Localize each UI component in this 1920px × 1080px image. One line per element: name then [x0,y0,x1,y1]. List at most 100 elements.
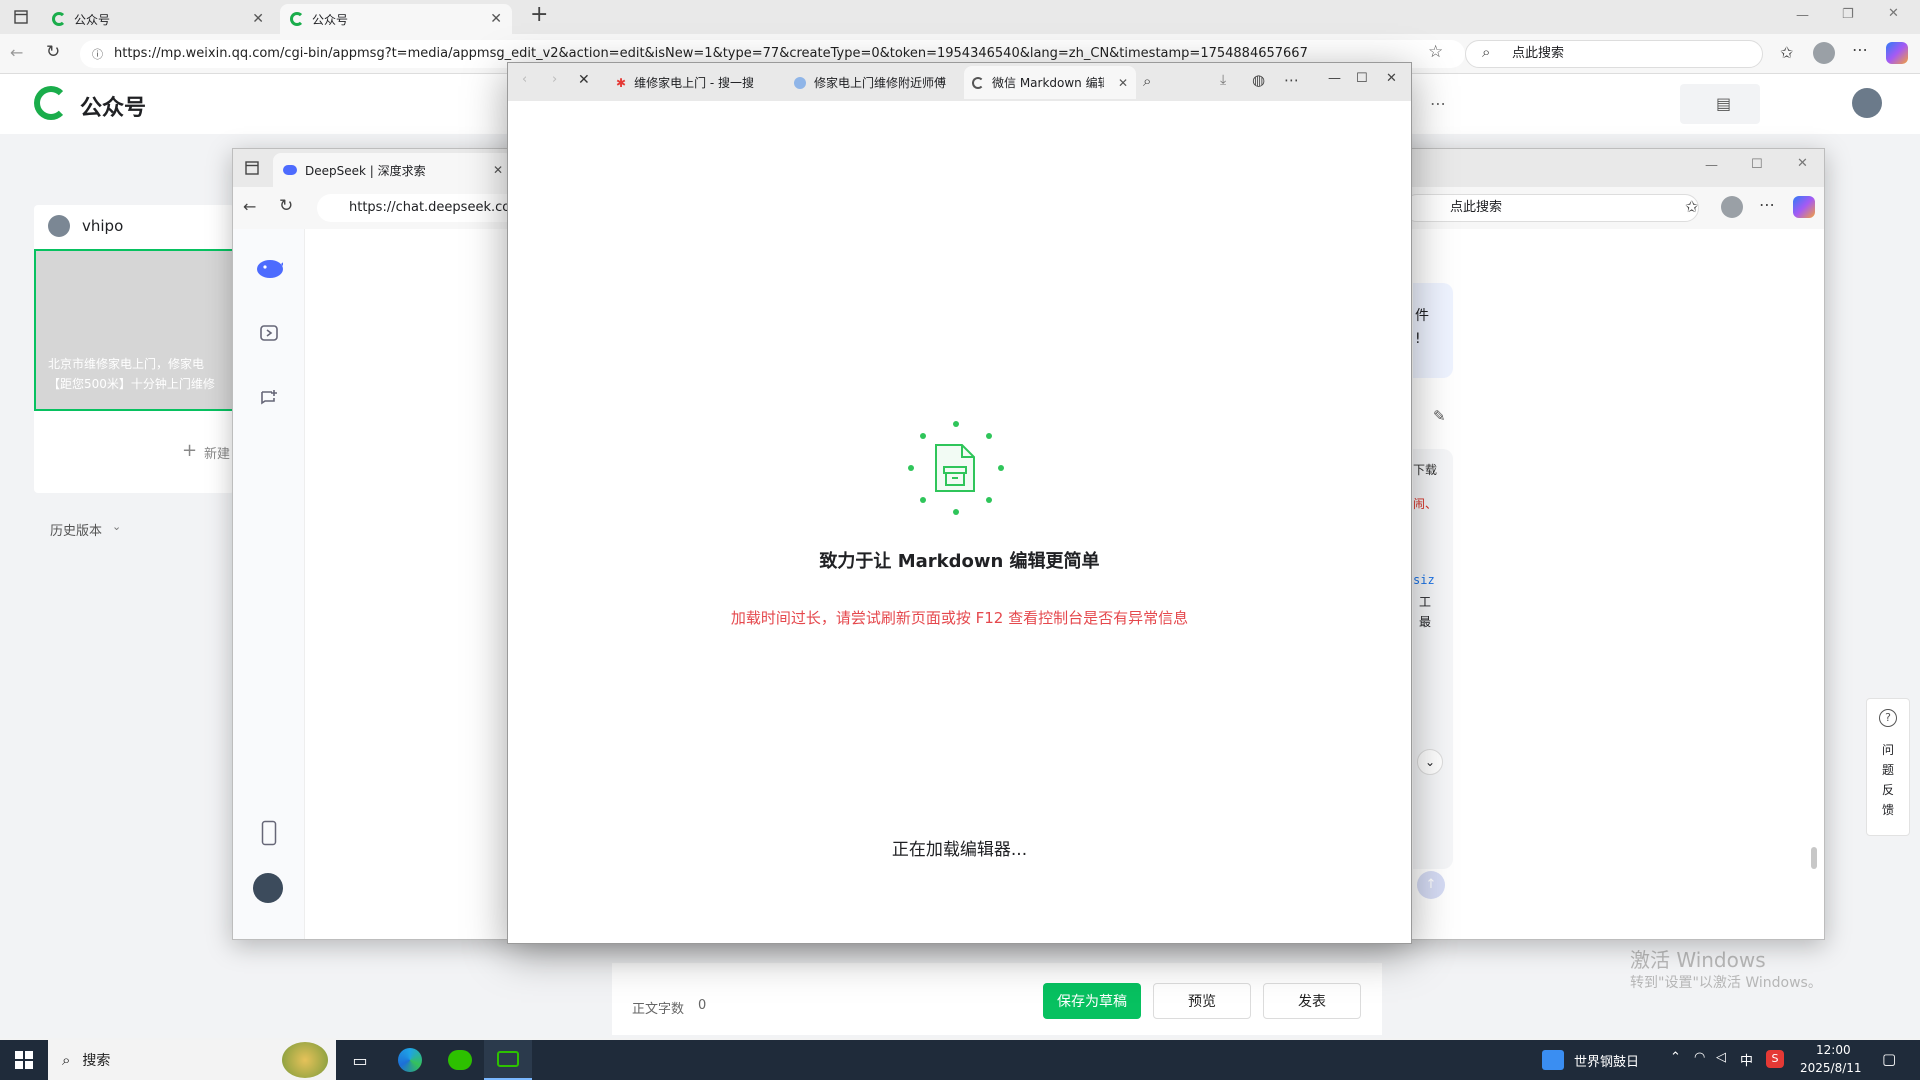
wechat-mp-icon [290,12,304,26]
profile-avatar[interactable] [1721,196,1743,218]
code-header-label[interactable]: 下载 [1413,461,1437,478]
error-message: 加载时间过长，请尝试刷新页面或按 F12 查看控制台是否有异常信息 [730,609,1189,627]
tab-actions-icon[interactable] [245,161,259,179]
refresh-icon[interactable]: ↻ [46,42,60,62]
plus-icon[interactable]: + [182,440,197,461]
article-title-line2: 【距您500米】十分钟上门维修 [48,377,215,391]
tab-gongzhonghao-2[interactable]: 公众号 ✕ [280,4,512,34]
sogou-favicon-icon: ✱ [616,75,627,90]
more-icon[interactable]: ⋯ [1430,94,1446,113]
user-avatar[interactable] [1852,88,1882,118]
loading-spinner-icon [972,76,984,89]
scrollbar-thumb[interactable] [1811,847,1817,869]
tab-gongzhonghao-1[interactable]: 公众号 ✕ [42,4,274,34]
weather-widget-label[interactable]: 世界钢鼓日 [1574,1051,1639,1070]
new-tab-button[interactable]: + [530,2,548,27]
maximize-button[interactable]: ☐ [1751,157,1763,172]
more-menu-icon[interactable]: ⋯ [1759,195,1775,214]
feedback-char: 馈 [1882,803,1895,817]
back-arrow-icon[interactable]: ← [243,197,256,216]
notification-icon[interactable]: ▢ [1882,1050,1896,1068]
send-icon[interactable]: ↑ [1417,871,1445,899]
close-window-button[interactable]: ✕ [1386,71,1397,86]
maximize-button[interactable]: ☐ [1356,71,1368,86]
favorite-star-icon[interactable]: ☆ [1428,42,1443,62]
code-snippet: siz [1413,573,1435,587]
clock-time[interactable]: 12:00 [1816,1043,1851,1057]
ime-indicator[interactable]: 中 [1740,1050,1753,1069]
save-draft-button[interactable]: 保存为草稿 [1043,983,1141,1019]
tab-actions-icon[interactable] [12,8,30,26]
feedback-widget[interactable]: ? 问 题 反 馈 [1866,698,1910,836]
preview-button[interactable]: 预览 [1153,983,1251,1019]
edge-icon[interactable] [386,1040,434,1080]
minimize-button[interactable]: — [1796,8,1809,23]
search-icon: ⌕ [1482,43,1491,61]
close-window-button[interactable]: ✕ [1797,156,1808,171]
volume-icon[interactable]: ◁ [1716,1050,1726,1065]
wifi-icon[interactable]: ◠ [1694,1050,1705,1065]
clock-date[interactable]: 2025/8/11 [1800,1061,1862,1075]
sogou-ime-icon[interactable]: S [1766,1050,1784,1068]
loading-dot [953,421,959,427]
article-cover[interactable]: 北京市维修家电上门，修家电 【距您500米】十分钟上门维修 [34,249,234,411]
close-window-button[interactable]: ✕ [1888,6,1899,21]
deepseek-logo-icon[interactable] [255,253,283,281]
feedback-char: 反 [1882,783,1895,797]
download-icon[interactable]: ⤓ [1220,72,1226,88]
task-view-icon[interactable]: ▭ [336,1040,384,1080]
tab-markdown-editor[interactable]: 微信 Markdown 编辑器 ✕ [964,66,1136,99]
search-icon[interactable]: ⌕ [1143,72,1151,90]
forward-arrow-icon[interactable]: › [552,72,557,87]
copilot-icon[interactable] [1793,196,1815,218]
favorites-icon[interactable]: ✩ [1685,197,1698,216]
close-icon[interactable]: ✕ [490,11,502,27]
stop-loading-icon[interactable]: ✕ [578,72,590,88]
search-box[interactable]: 点此搜索 [1465,40,1763,68]
word-count-label: 正文字数 [632,1002,685,1017]
search-box[interactable]: 点此搜索 [1403,194,1699,222]
new-chat-icon[interactable] [255,385,283,413]
loading-dot [908,465,914,471]
profile-avatar[interactable] [1813,42,1835,64]
tray-chevron-icon[interactable]: ⌃ [1670,1050,1681,1065]
active-app-icon[interactable] [484,1040,532,1080]
copilot-icon[interactable] [1886,42,1908,64]
document-icon[interactable]: ▤ [1716,94,1731,113]
minimize-button[interactable]: — [1705,158,1718,173]
weather-widget-icon [1542,1050,1564,1070]
mobile-app-icon[interactable] [255,819,283,847]
publish-button[interactable]: 发表 [1263,983,1361,1019]
mp-logo-icon [34,86,68,120]
close-icon[interactable]: ✕ [252,11,264,27]
back-arrow-icon[interactable]: ‹ [522,72,527,87]
code-snippet: 闹、 [1413,497,1438,511]
minimize-button[interactable]: — [1328,71,1341,86]
windows-start-icon[interactable] [0,1040,48,1080]
edit-pencil-icon[interactable]: ✎ [1433,407,1446,425]
tab-deepseek[interactable]: DeepSeek | 深度求索 ✕ [273,153,513,187]
taskbar-search[interactable]: ⌕ 搜索 [48,1040,336,1080]
new-article-label[interactable]: 新建 [204,443,230,462]
sidebar-toggle-icon[interactable] [255,319,283,347]
more-menu-icon[interactable]: ⋯ [1284,71,1299,89]
history-version-link[interactable]: 历史版本 [50,520,102,539]
more-menu-icon[interactable]: ⋯ [1852,40,1868,59]
restore-button[interactable]: ❐ [1842,7,1854,22]
favorites-icon[interactable]: ✩ [1780,43,1793,62]
site-favicon-icon [794,76,806,89]
scroll-down-icon[interactable]: ⌄ [1417,749,1443,775]
close-icon[interactable]: ✕ [1118,76,1128,90]
tab-label: 微信 Markdown 编辑器 [992,76,1104,90]
wechat-icon[interactable] [436,1040,484,1080]
back-arrow-icon[interactable]: ← [10,43,23,62]
code-snippet: 工 [1419,595,1432,609]
tab-label: 修家电上门维修附近师傅 [814,76,947,90]
user-avatar[interactable] [253,873,283,903]
close-icon[interactable]: ✕ [493,163,503,177]
tab-repair-service[interactable]: 修家电上门维修附近师傅 [786,66,962,99]
translate-globe-icon[interactable]: ◍ [1252,71,1265,89]
site-info-icon[interactable]: ⓘ [92,46,103,62]
refresh-icon[interactable]: ↻ [279,196,293,216]
tab-search-result[interactable]: ✱ 维修家电上门 - 搜一搜 [608,66,784,99]
